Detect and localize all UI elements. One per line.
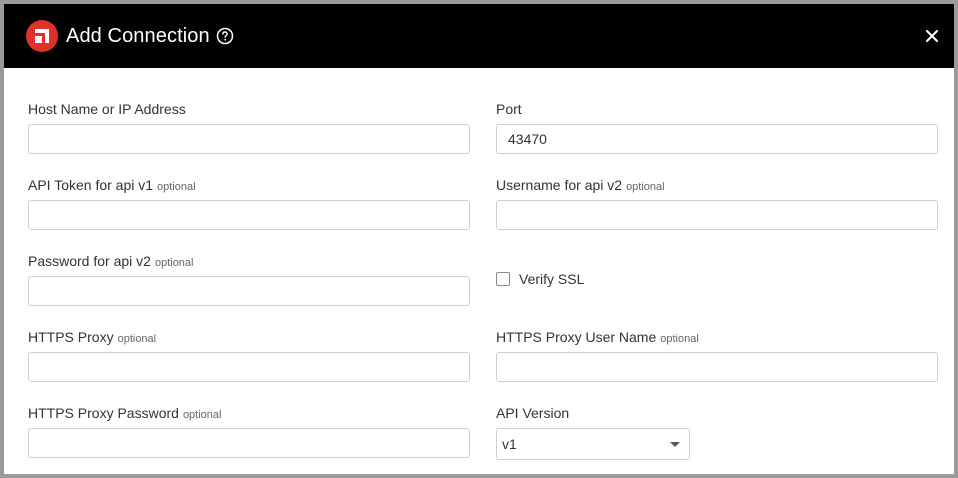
help-circle-icon[interactable] xyxy=(216,27,234,45)
optional-hint: optional xyxy=(117,333,157,345)
password-label-text: Password for api v2 xyxy=(28,253,151,269)
proxy-user-input[interactable] xyxy=(496,352,938,382)
verify-ssl-option[interactable]: Verify SSL xyxy=(496,271,584,287)
optional-hint: optional xyxy=(182,409,222,421)
port-input[interactable] xyxy=(496,124,938,154)
username-input[interactable] xyxy=(496,200,938,230)
optional-hint: optional xyxy=(660,333,699,345)
dialog-header: Add Connection xyxy=(4,4,954,68)
add-connection-dialog: Add Connection Host Name or IP Address P… xyxy=(4,4,954,474)
optional-hint: optional xyxy=(154,257,194,269)
verify-ssl-checkbox[interactable] xyxy=(496,272,510,286)
username-label: Username for api v2 optional xyxy=(496,176,665,196)
host-label: Host Name or IP Address xyxy=(28,101,186,117)
optional-hint: optional xyxy=(157,181,196,193)
proxy-password-input[interactable] xyxy=(28,428,470,458)
password-input[interactable] xyxy=(28,276,470,306)
proxy-password-label: HTTPS Proxy Password optional xyxy=(28,404,221,424)
username-label-text: Username for api v2 xyxy=(496,177,623,193)
https-proxy-label: HTTPS Proxy optional xyxy=(28,328,156,348)
https-proxy-label-text: HTTPS Proxy xyxy=(28,329,114,345)
proxy-user-label-text: HTTPS Proxy User Name xyxy=(496,329,657,345)
proxy-password-label-text: HTTPS Proxy Password xyxy=(28,405,179,421)
api-version-selected: v1 xyxy=(502,436,517,452)
password-label: Password for api v2 optional xyxy=(28,252,194,272)
optional-hint: optional xyxy=(626,181,665,193)
chevron-down-icon xyxy=(670,442,680,447)
api-token-label: API Token for api v1 optional xyxy=(28,176,196,196)
api-token-label-text: API Token for api v1 xyxy=(28,177,154,193)
dialog-title: Add Connection xyxy=(66,25,210,47)
proxy-user-label: HTTPS Proxy User Name optional xyxy=(496,328,699,348)
host-input[interactable] xyxy=(28,124,470,154)
close-icon[interactable] xyxy=(924,28,940,44)
verify-ssl-label: Verify SSL xyxy=(519,271,585,287)
https-proxy-input[interactable] xyxy=(28,352,470,382)
api-token-input[interactable] xyxy=(28,200,470,230)
brand-logo-icon xyxy=(26,20,58,52)
api-version-label: API Version xyxy=(496,405,570,421)
api-version-select[interactable]: v1 xyxy=(496,428,690,460)
port-label: Port xyxy=(496,101,522,117)
